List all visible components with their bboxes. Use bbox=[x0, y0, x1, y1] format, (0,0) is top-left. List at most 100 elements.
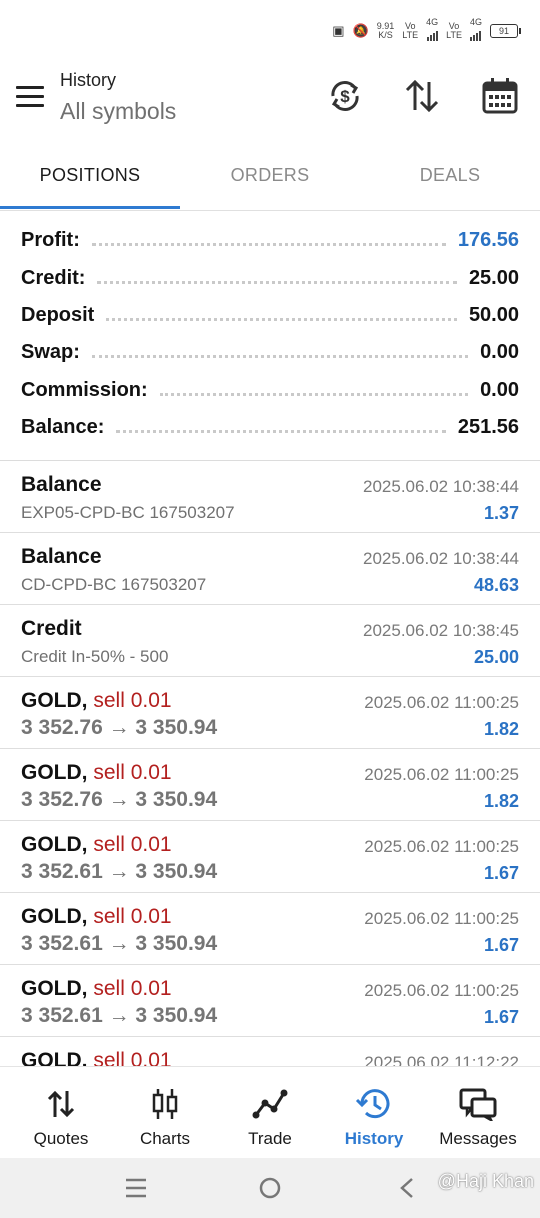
candlestick-icon bbox=[152, 1089, 178, 1119]
trade-row[interactable]: GOLD, sell 0.01 3 352.61 → 3 350.94 2025… bbox=[0, 965, 540, 1037]
dot-leader bbox=[116, 430, 446, 434]
trade-side: sell 0.01 bbox=[93, 689, 172, 712]
nav-quotes[interactable]: Quotes bbox=[7, 1067, 115, 1159]
nfc-icon: ▣ bbox=[332, 22, 345, 38]
trade-symbol: GOLD, bbox=[21, 1049, 88, 1066]
trade-title: GOLD, sell 0.01 bbox=[21, 833, 172, 857]
trade-profit: 1.67 bbox=[483, 1007, 519, 1027]
sort-icon[interactable] bbox=[402, 76, 442, 116]
item-time: 2025.06.02 10:38:44 bbox=[363, 549, 519, 568]
summary-label: Swap: bbox=[21, 341, 80, 364]
summary-value: 0.00 bbox=[480, 341, 519, 364]
trade-time: 2025.06.02 11:00:25 bbox=[364, 909, 519, 928]
trade-profit: 1.67 bbox=[483, 863, 519, 883]
dot-leader bbox=[91, 243, 446, 247]
item-comment: CD-CPD-BC 167503207 bbox=[21, 575, 207, 594]
summary-value: 25.00 bbox=[468, 266, 519, 289]
list-item[interactable]: Balance CD-CPD-BC 167503207 2025.06.02 1… bbox=[0, 533, 540, 605]
trade-title: GOLD, sell 0.01 bbox=[21, 905, 172, 929]
currency-exchange-icon[interactable]: $ bbox=[325, 76, 365, 116]
history-clock-icon bbox=[355, 1089, 390, 1119]
trade-row[interactable]: GOLD, sell 0.01 2025.06.02 11:12:22 bbox=[0, 1037, 540, 1066]
trade-row[interactable]: GOLD, sell 0.01 3 352.76 → 3 350.94 2025… bbox=[0, 677, 540, 749]
trade-time: 2025.06.02 11:12:22 bbox=[364, 1053, 519, 1066]
watermark: @Haji Khan bbox=[437, 1171, 534, 1191]
trade-title: GOLD, sell 0.01 bbox=[21, 761, 172, 785]
mute-bell-icon: 🔕 bbox=[352, 22, 369, 38]
trade-side: sell 0.01 bbox=[93, 833, 172, 856]
summary-value: 176.56 bbox=[457, 229, 519, 252]
trade-time: 2025.06.02 11:00:25 bbox=[364, 765, 519, 784]
trade-symbol: GOLD, bbox=[21, 905, 88, 928]
trade-profit: 1.82 bbox=[483, 791, 519, 811]
volte-1: Vo LTE bbox=[402, 20, 419, 40]
nav-history[interactable]: History bbox=[320, 1067, 428, 1159]
recents-icon[interactable] bbox=[116, 1172, 156, 1204]
summary-label: Deposit bbox=[21, 303, 95, 326]
summary-row-commission: Commission: 0.00 bbox=[0, 372, 540, 409]
trade-prices: 3 352.76 → 3 350.94 bbox=[21, 716, 218, 739]
trade-row[interactable]: GOLD, sell 0.01 3 352.61 → 3 350.94 2025… bbox=[0, 821, 540, 893]
summary-row-deposit: Deposit 50.00 bbox=[0, 297, 540, 334]
trade-side: sell 0.01 bbox=[93, 977, 172, 1000]
dot-leader bbox=[97, 280, 457, 284]
trade-time: 2025.06.02 11:00:25 bbox=[364, 837, 519, 856]
summary-value: 251.56 bbox=[457, 416, 519, 439]
nav-label: History bbox=[344, 1129, 404, 1148]
dot-leader bbox=[91, 355, 469, 359]
nav-label: Charts bbox=[139, 1129, 191, 1148]
trade-row[interactable]: GOLD, sell 0.01 3 352.76 → 3 350.94 2025… bbox=[0, 749, 540, 821]
summary-row-balance: Balance: 251.56 bbox=[0, 409, 540, 446]
tab-bar: POSITIONS ORDERS DEALS bbox=[0, 144, 540, 211]
battery-icon: 91 bbox=[490, 23, 521, 38]
tab-orders[interactable]: ORDERS bbox=[180, 144, 360, 208]
dot-leader bbox=[106, 317, 457, 321]
item-title: Balance bbox=[21, 473, 102, 496]
trade-prices: 3 352.76 → 3 350.94 bbox=[21, 788, 218, 811]
list-item[interactable]: Credit Credit In-50% - 500 2025.06.02 10… bbox=[0, 605, 540, 677]
item-comment: Credit In-50% - 500 bbox=[21, 647, 169, 666]
tab-positions[interactable]: POSITIONS bbox=[0, 144, 180, 208]
item-comment: EXP05-CPD-BC 167503207 bbox=[21, 503, 235, 522]
trade-row[interactable]: GOLD, sell 0.01 3 352.61 → 3 350.94 2025… bbox=[0, 893, 540, 965]
summary-value: 50.00 bbox=[468, 303, 519, 326]
trend-line-icon bbox=[252, 1089, 288, 1119]
signal-1: 4G bbox=[426, 18, 438, 43]
history-list[interactable]: Balance EXP05-CPD-BC 167503207 2025.06.0… bbox=[0, 461, 540, 1066]
nav-trade[interactable]: Trade bbox=[216, 1067, 324, 1159]
nav-charts[interactable]: Charts bbox=[111, 1067, 219, 1159]
volte-2: Vo LTE bbox=[446, 20, 462, 40]
home-icon[interactable] bbox=[250, 1172, 290, 1204]
summary-row-swap: Swap: 0.00 bbox=[0, 334, 540, 371]
network-speed: 9.91 K/S bbox=[376, 20, 395, 40]
account-summary: Profit: 176.56 Credit: 25.00 Deposit 50.… bbox=[0, 222, 540, 446]
trade-symbol: GOLD, bbox=[21, 977, 88, 1000]
svg-text:$: $ bbox=[340, 87, 350, 106]
bottom-navigation: Quotes Charts Trade History Messages bbox=[0, 1066, 540, 1159]
trade-title: GOLD, sell 0.01 bbox=[21, 1049, 172, 1066]
signal-2: 4G bbox=[470, 18, 482, 43]
back-icon[interactable] bbox=[390, 1172, 430, 1204]
item-time: 2025.06.02 10:38:45 bbox=[363, 621, 519, 640]
menu-icon[interactable] bbox=[16, 86, 44, 108]
trade-title: GOLD, sell 0.01 bbox=[21, 977, 172, 1001]
quotes-arrows-icon bbox=[47, 1090, 75, 1118]
trade-title: GOLD, sell 0.01 bbox=[21, 689, 172, 713]
summary-label: Credit: bbox=[21, 266, 86, 289]
trade-side: sell 0.01 bbox=[93, 905, 172, 928]
summary-label: Profit: bbox=[21, 229, 80, 252]
list-item[interactable]: Balance EXP05-CPD-BC 167503207 2025.06.0… bbox=[0, 461, 540, 533]
summary-value: 0.00 bbox=[480, 378, 519, 401]
tab-deals[interactable]: DEALS bbox=[360, 144, 540, 208]
item-amount: 25.00 bbox=[473, 647, 519, 667]
summary-row-profit: Profit: 176.56 bbox=[0, 222, 540, 259]
trade-symbol: GOLD, bbox=[21, 761, 88, 784]
trade-time: 2025.06.02 11:00:25 bbox=[364, 981, 519, 1000]
symbol-filter[interactable]: All symbols bbox=[60, 98, 176, 125]
nav-messages[interactable]: Messages bbox=[424, 1067, 532, 1159]
item-amount: 1.37 bbox=[483, 503, 519, 523]
item-time: 2025.06.02 10:38:44 bbox=[363, 477, 519, 496]
calendar-icon[interactable] bbox=[480, 76, 520, 116]
nav-label: Quotes bbox=[33, 1129, 89, 1148]
summary-label: Commission: bbox=[21, 378, 148, 401]
